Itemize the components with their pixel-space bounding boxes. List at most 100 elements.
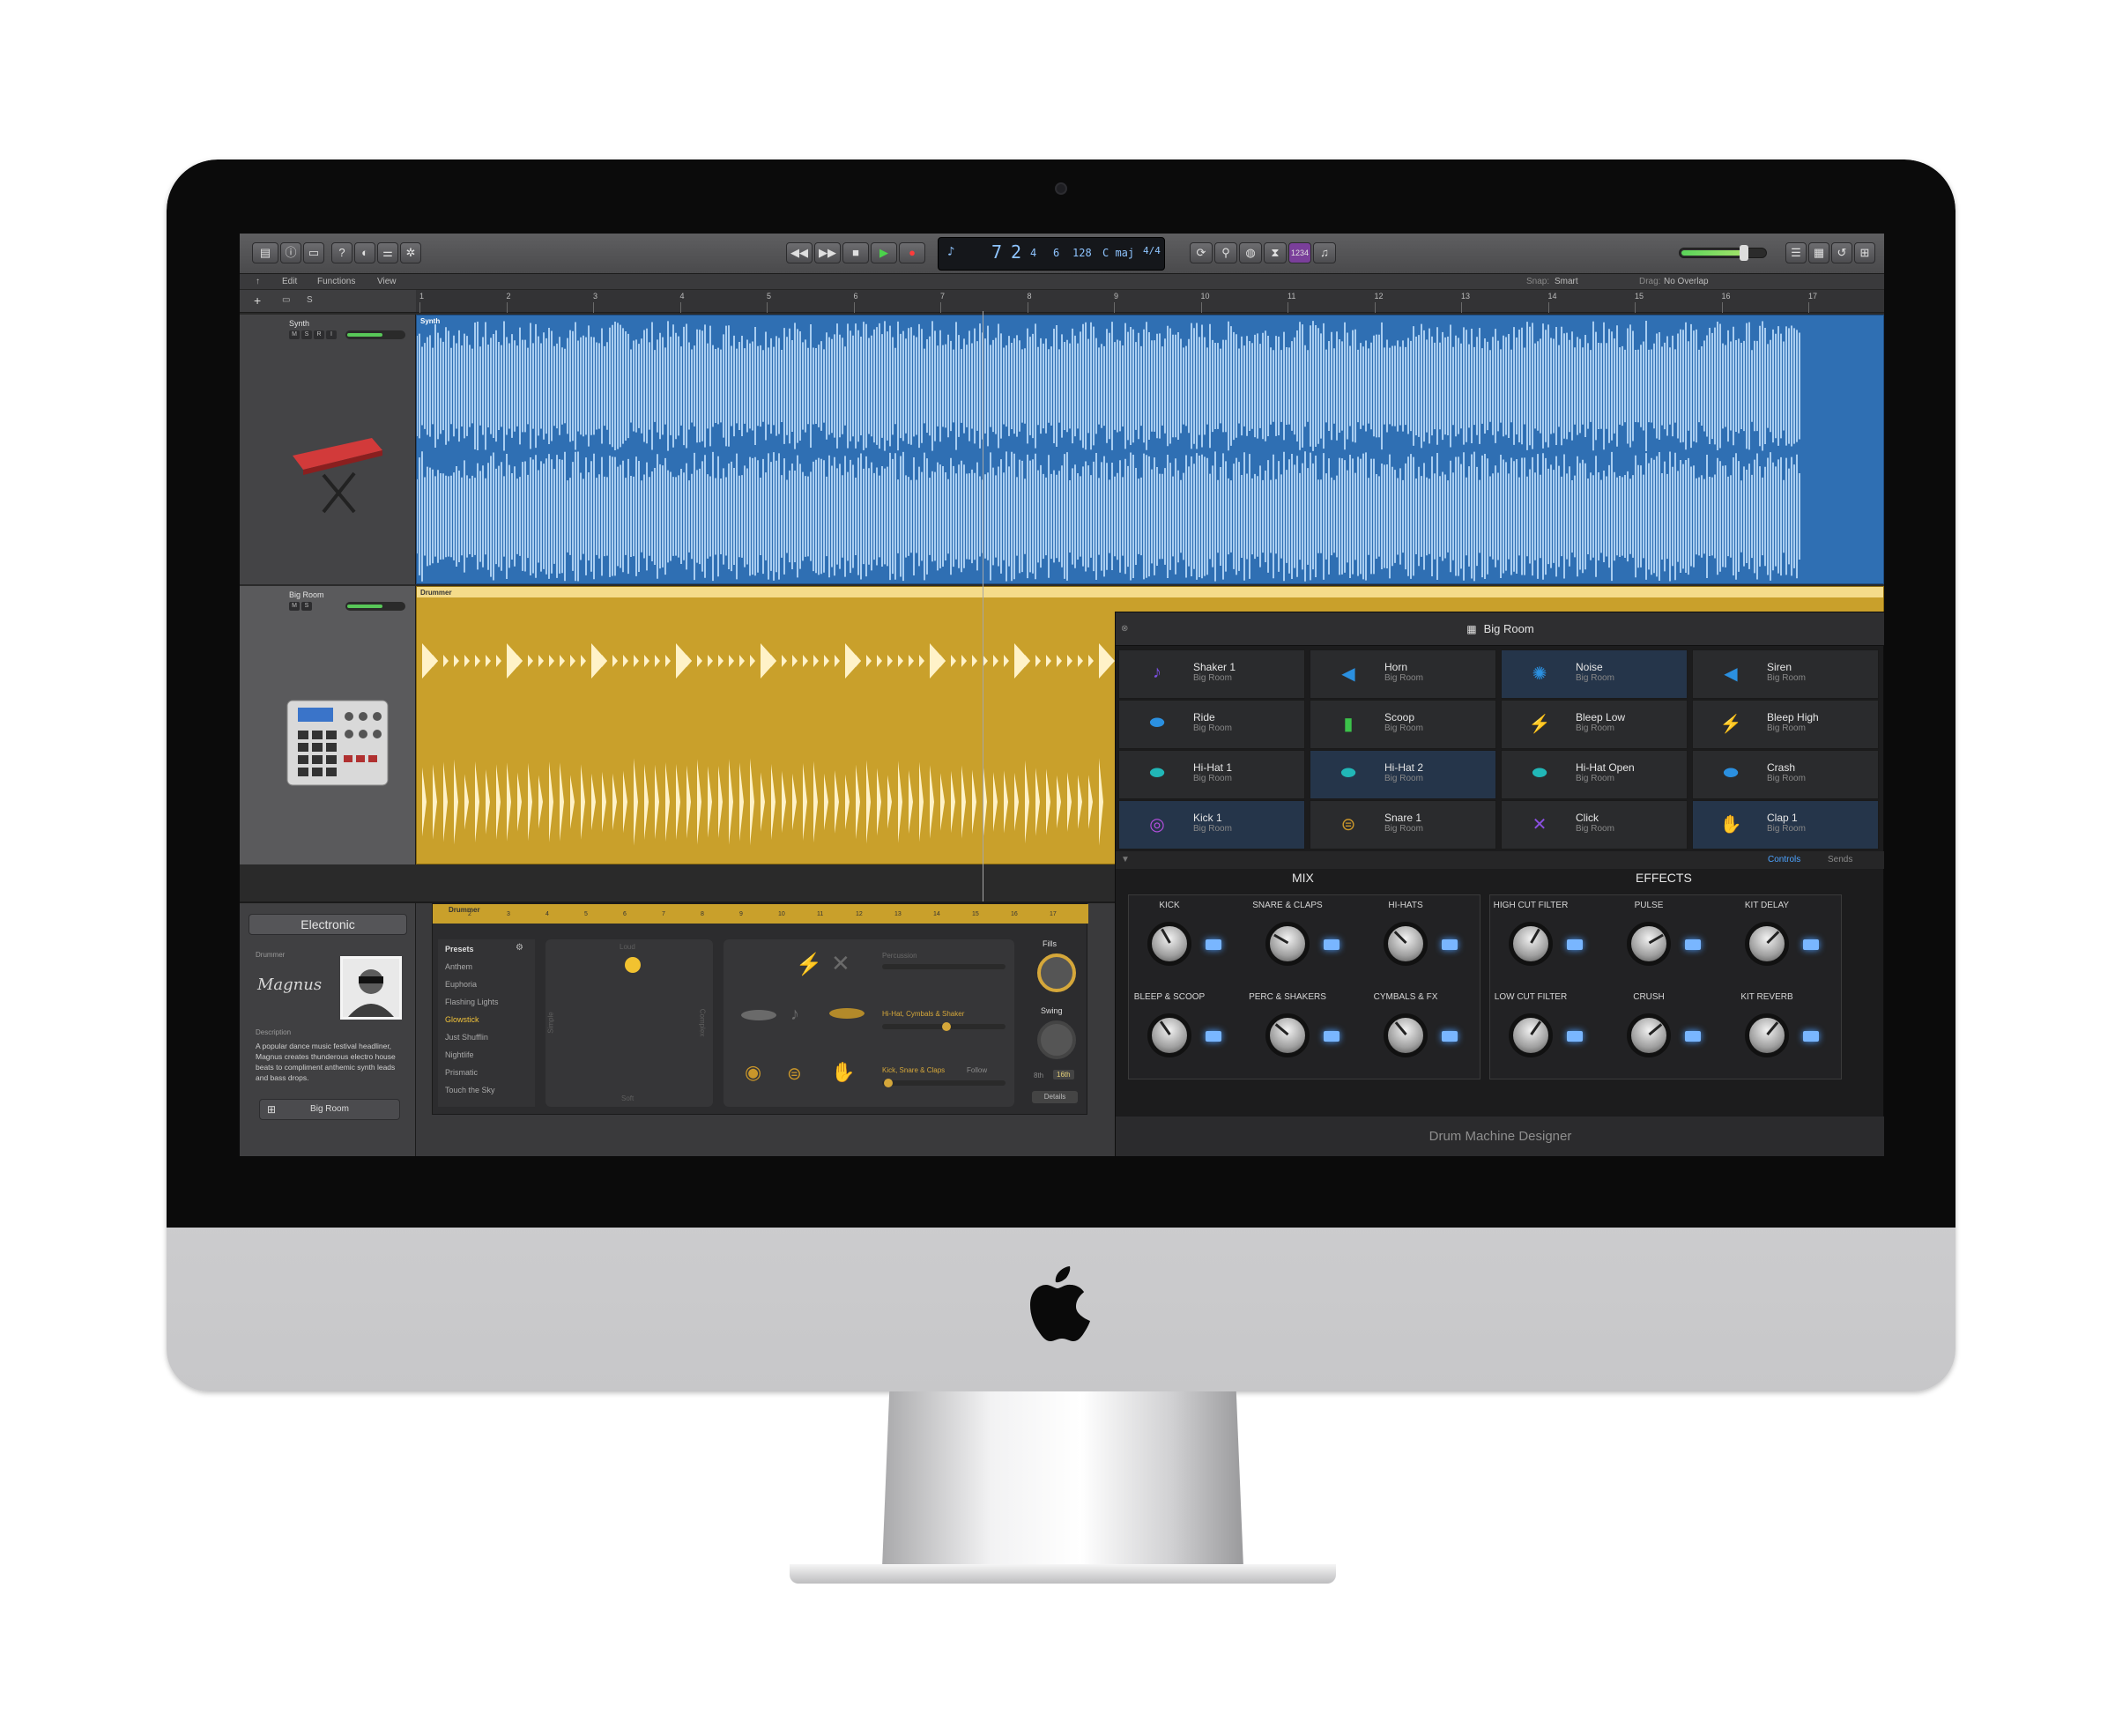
toolbar-icon[interactable]: ▭: [303, 242, 324, 263]
enable-led[interactable]: [1206, 939, 1221, 950]
solo-icon[interactable]: ◍: [1239, 242, 1262, 263]
stop-icon[interactable]: ■: [842, 242, 869, 263]
drum-pad[interactable]: ⬬ Hi-Hat Open Big Room: [1501, 750, 1688, 799]
drum-pad[interactable]: ✺ Noise Big Room: [1501, 649, 1688, 699]
preset-item[interactable]: Anthem: [445, 962, 472, 971]
menu-view[interactable]: View: [377, 277, 397, 286]
drum-pad[interactable]: ⊜ Snare 1 Big Room: [1310, 800, 1496, 849]
swing-8th-button[interactable]: 8th: [1034, 1072, 1043, 1079]
editors-icon[interactable]: ✲: [400, 242, 421, 263]
track-volume-slider[interactable]: [345, 330, 405, 339]
preset-item[interactable]: Glowstick: [445, 1015, 479, 1024]
knob[interactable]: [1503, 916, 1583, 971]
menu-functions[interactable]: Functions: [317, 277, 355, 286]
drum-pad[interactable]: ⬬ Hi-Hat 2 Big Room: [1310, 750, 1496, 799]
knob[interactable]: [1622, 916, 1701, 971]
knob[interactable]: [1503, 1008, 1583, 1063]
bolt-icon[interactable]: ⚡: [796, 952, 822, 977]
kit-button[interactable]: ⊞ Big Room: [259, 1099, 400, 1120]
collapse-icon[interactable]: ▼: [1121, 855, 1130, 864]
add-track-icon[interactable]: +: [254, 293, 261, 308]
enable-led[interactable]: [1324, 1031, 1340, 1042]
record-icon[interactable]: ●: [899, 242, 925, 263]
drum-pad[interactable]: ♪ Shaker 1 Big Room: [1118, 649, 1305, 699]
mixer-icon[interactable]: ⚌: [377, 242, 398, 263]
swing-knob[interactable]: [1037, 1020, 1076, 1059]
play-icon[interactable]: ▶: [871, 242, 897, 263]
cycle-icon[interactable]: ⟳: [1190, 242, 1213, 263]
folder-icon[interactable]: ▭: [282, 295, 290, 305]
track-volume-slider[interactable]: [345, 602, 405, 611]
enable-led[interactable]: [1685, 939, 1701, 950]
record-enable-button[interactable]: R: [314, 330, 324, 339]
timeline-ruler[interactable]: 1 2 3 4 5 6 7 8 9 10 11 12 13 14 15 16 17: [416, 290, 1884, 313]
track-header-synth[interactable]: Synth M S R I: [240, 315, 416, 584]
solo-button[interactable]: S: [301, 330, 312, 339]
quick-help-icon[interactable]: ?: [331, 242, 352, 263]
inspector-icon[interactable]: ⓘ: [280, 242, 301, 263]
enable-led[interactable]: [1324, 939, 1340, 950]
follow-button[interactable]: Follow: [967, 1066, 987, 1074]
maraca-icon[interactable]: ♪: [790, 1005, 799, 1025]
preset-item[interactable]: Nightlife: [445, 1050, 474, 1059]
knob[interactable]: [1740, 1008, 1819, 1063]
knob[interactable]: [1142, 916, 1221, 971]
drum-pad[interactable]: ◀ Horn Big Room: [1310, 649, 1496, 699]
knob[interactable]: [1260, 1008, 1340, 1063]
mute-button[interactable]: M: [289, 602, 300, 611]
knob[interactable]: [1622, 1008, 1701, 1063]
midi-icon[interactable]: ♫: [1313, 242, 1336, 263]
knob[interactable]: [1378, 1008, 1458, 1063]
percussion-slider[interactable]: [882, 964, 1006, 969]
list-editors-icon[interactable]: ☰: [1785, 242, 1807, 263]
drum-pad[interactable]: ⬬ Crash Big Room: [1692, 750, 1879, 799]
swing-16th-button[interactable]: 16th: [1053, 1070, 1074, 1079]
snare-drum-icon[interactable]: ⊜: [787, 1063, 802, 1085]
close-icon[interactable]: ⊗: [1121, 612, 1128, 646]
xy-puck[interactable]: [625, 957, 641, 973]
enable-led[interactable]: [1803, 1031, 1819, 1042]
drum-pad[interactable]: ◀ Siren Big Room: [1692, 649, 1879, 699]
back-icon[interactable]: ↑: [256, 277, 260, 286]
drum-pad[interactable]: ✋ Clap 1 Big Room: [1692, 800, 1879, 849]
enable-led[interactable]: [1567, 1031, 1583, 1042]
loop-browser-icon[interactable]: ↺: [1831, 242, 1852, 263]
drum-pad[interactable]: ◎ Kick 1 Big Room: [1118, 800, 1305, 849]
preset-item[interactable]: Prismatic: [445, 1068, 478, 1077]
drag-select[interactable]: No Overlap: [1664, 277, 1709, 286]
drum-pad[interactable]: ⬬ Hi-Hat 1 Big Room: [1118, 750, 1305, 799]
rewind-icon[interactable]: ◀◀: [786, 242, 813, 263]
preset-item[interactable]: Flashing Lights: [445, 998, 499, 1006]
enable-led[interactable]: [1685, 1031, 1701, 1042]
count-in-button[interactable]: 1234: [1288, 242, 1311, 263]
smart-controls-icon[interactable]: ◐: [354, 242, 375, 263]
tab-controls[interactable]: Controls: [1768, 855, 1800, 864]
knob[interactable]: [1260, 916, 1340, 971]
menu-edit[interactable]: Edit: [282, 277, 297, 286]
genre-button[interactable]: Electronic: [249, 914, 407, 935]
hihat-complexity-slider[interactable]: [882, 1022, 1006, 1031]
xy-pad[interactable]: Loud Soft Simple Complex: [545, 939, 713, 1107]
drum-pad[interactable]: ⬬ Ride Big Room: [1118, 700, 1305, 749]
library-icon[interactable]: ▤: [252, 242, 278, 263]
enable-led[interactable]: [1567, 939, 1583, 950]
gear-icon[interactable]: ⚙: [516, 943, 523, 953]
master-volume-slider[interactable]: [1679, 245, 1767, 261]
preset-item[interactable]: Euphoria: [445, 980, 477, 989]
enable-led[interactable]: [1442, 1031, 1458, 1042]
browsers-icon[interactable]: ⊞: [1854, 242, 1875, 263]
kick-drum-icon[interactable]: ◉: [745, 1061, 761, 1084]
drum-pad[interactable]: ⚡ Bleep High Big Room: [1692, 700, 1879, 749]
input-monitor-button[interactable]: I: [326, 330, 337, 339]
enable-led[interactable]: [1206, 1031, 1221, 1042]
enable-led[interactable]: [1803, 939, 1819, 950]
drum-pad[interactable]: ▮ Scoop Big Room: [1310, 700, 1496, 749]
drummer-avatar[interactable]: [340, 956, 402, 1020]
drum-pad[interactable]: ⚡ Bleep Low Big Room: [1501, 700, 1688, 749]
metronome-icon[interactable]: ⧗: [1264, 242, 1287, 263]
snap-select[interactable]: Smart: [1555, 277, 1578, 286]
track-header-big-room[interactable]: Big Room M S: [240, 586, 416, 864]
x-icon[interactable]: ✕: [831, 950, 850, 977]
hihat-icon[interactable]: [829, 1008, 865, 1019]
enable-led[interactable]: [1442, 939, 1458, 950]
